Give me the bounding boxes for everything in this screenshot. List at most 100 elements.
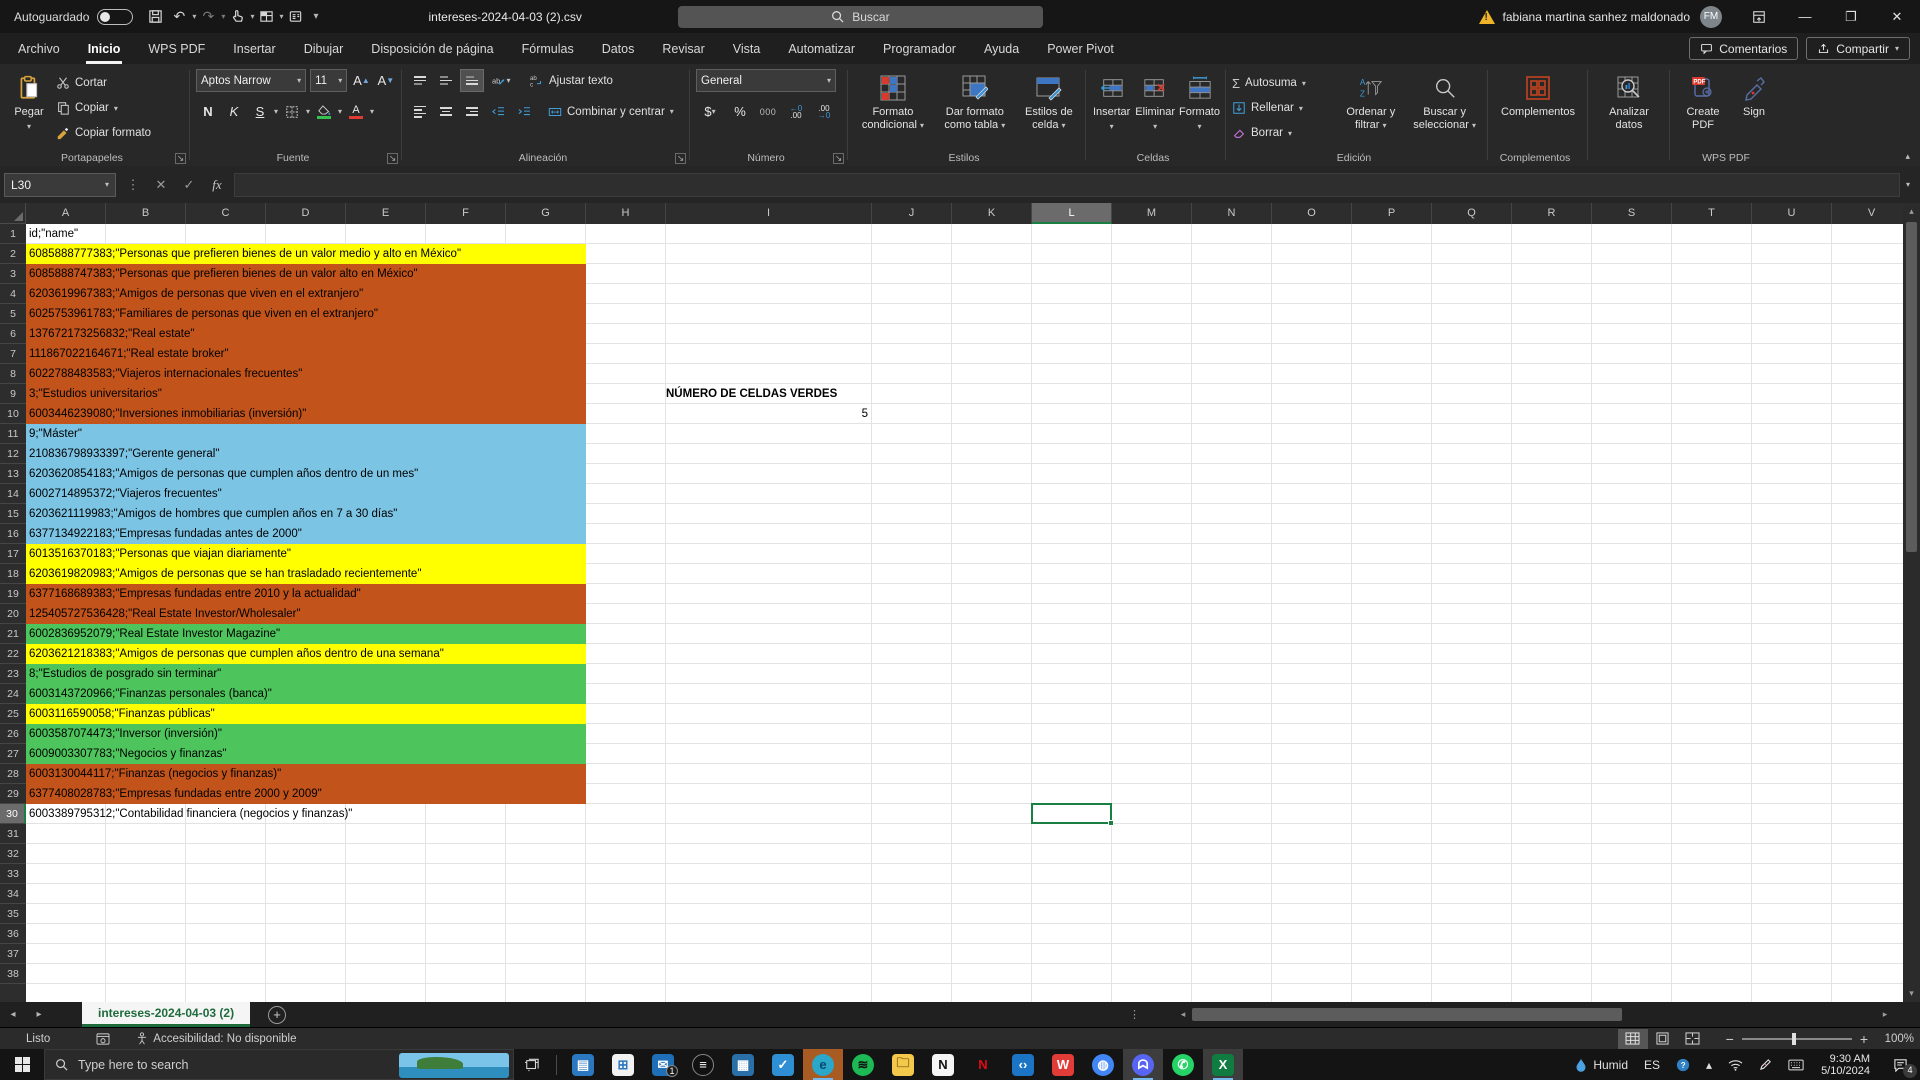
fill-color-button[interactable] xyxy=(312,100,336,123)
row-header-10[interactable]: 10 xyxy=(0,404,26,424)
conditional-formatting-button[interactable]: Formato condicional ▾ xyxy=(854,69,932,148)
cell-A15[interactable]: 6203621119983;"Amigos de hombres que cum… xyxy=(26,504,397,524)
taskbar-app-wps-office[interactable]: W xyxy=(1043,1049,1083,1080)
taskbar-app-media-app[interactable]: ≡ xyxy=(683,1049,723,1080)
horizontal-scroll-thumb[interactable] xyxy=(1192,1008,1622,1021)
accessibility-status[interactable]: Accesibilidad: No disponible xyxy=(136,1032,297,1045)
row-header-6[interactable]: 6 xyxy=(0,324,26,344)
weather-widget[interactable]: Humid xyxy=(1568,1049,1635,1080)
row-header-1[interactable]: 1 xyxy=(0,224,26,244)
row-header-17[interactable]: 17 xyxy=(0,544,26,564)
row-header-38[interactable]: 38 xyxy=(0,964,26,984)
align-right-icon[interactable] xyxy=(460,100,484,123)
taskbar-app-file-explorer[interactable]: 🗀 xyxy=(883,1049,923,1080)
share-button[interactable]: Compartir ▾ xyxy=(1806,37,1910,60)
taskbar-app-netflix[interactable]: N xyxy=(963,1049,1003,1080)
cell-A25[interactable]: 6003116590058;"Finanzas públicas" xyxy=(26,704,215,724)
format-cells-button[interactable]: Formato ▾ xyxy=(1179,69,1220,148)
page-break-view-icon[interactable] xyxy=(1678,1029,1708,1049)
font-launcher-icon[interactable]: ↘ xyxy=(387,153,398,164)
wrap-text-button[interactable]: ab c Ajustar texto xyxy=(530,70,613,92)
italic-button[interactable]: K xyxy=(222,100,246,123)
column-header-K[interactable]: K xyxy=(952,203,1032,224)
user-name[interactable]: fabiana martina sanhez maldonado xyxy=(1503,10,1690,24)
row-header-8[interactable]: 8 xyxy=(0,364,26,384)
autosave-switch[interactable] xyxy=(97,8,134,25)
cell-A21[interactable]: 6002836952079;"Real Estate Investor Maga… xyxy=(26,624,280,644)
restore-button[interactable]: ❐ xyxy=(1828,0,1874,33)
cell-A2[interactable]: 6085888777383;"Personas que prefieren bi… xyxy=(26,244,461,264)
wifi-icon[interactable] xyxy=(1721,1049,1750,1080)
cell-A12[interactable]: 210836798933397;"Gerente general" xyxy=(26,444,219,464)
ribbon-display-options-icon[interactable] xyxy=(1736,0,1782,33)
row-header-16[interactable]: 16 xyxy=(0,524,26,544)
autosave-toggle[interactable]: Autoguardado xyxy=(14,8,134,25)
cell-A20[interactable]: 125405727536428;"Real Estate Investor/Wh… xyxy=(26,604,301,624)
zoom-out-icon[interactable]: − xyxy=(1726,1031,1734,1047)
fill-button[interactable]: Rellenar ▾ xyxy=(1232,97,1334,119)
taskbar-app-microsoft-store[interactable]: ⊞ xyxy=(603,1049,643,1080)
comments-button[interactable]: Comentarios xyxy=(1689,37,1799,60)
tab-power-pivot[interactable]: Power Pivot xyxy=(1033,33,1128,64)
column-header-P[interactable]: P xyxy=(1352,203,1432,224)
column-header-B[interactable]: B xyxy=(106,203,186,224)
row-header-7[interactable]: 7 xyxy=(0,344,26,364)
zoom-slider-thumb[interactable] xyxy=(1791,1032,1796,1045)
grid-cells[interactable]: id;"name" 6085888777383;"Personas que pre… xyxy=(26,224,1903,1002)
minimize-button[interactable]: — xyxy=(1782,0,1828,33)
row-header-34[interactable]: 34 xyxy=(0,884,26,904)
bold-button[interactable]: N xyxy=(196,100,220,123)
tab-inicio[interactable]: Inicio xyxy=(74,33,135,64)
cell-styles-button[interactable]: Estilos de celda ▾ xyxy=(1018,69,1080,148)
column-header-M[interactable]: M xyxy=(1112,203,1192,224)
analyze-data-button[interactable]: Analizar datos xyxy=(1594,69,1664,148)
cell-A11[interactable]: 9;"Máster" xyxy=(26,424,82,444)
zoom-in-icon[interactable]: + xyxy=(1860,1031,1868,1047)
cell-A6[interactable]: 137672173256832;"Real estate" xyxy=(26,324,194,344)
cell-A24[interactable]: 6003143720966;"Finanzas personales (banc… xyxy=(26,684,272,704)
column-header-S[interactable]: S xyxy=(1592,203,1672,224)
vertical-scrollbar[interactable]: ▴ ▾ xyxy=(1903,203,1920,1002)
percent-format-icon[interactable]: % xyxy=(728,100,752,123)
borders-icon[interactable] xyxy=(280,100,304,123)
find-select-button[interactable]: Buscar y seleccionar ▾ xyxy=(1407,69,1482,148)
tab-vista[interactable]: Vista xyxy=(719,33,775,64)
selected-cell-L30[interactable] xyxy=(1031,803,1114,826)
pen-icon[interactable] xyxy=(1752,1049,1779,1080)
row-header-27[interactable]: 27 xyxy=(0,744,26,764)
zoom-slider[interactable] xyxy=(1741,1032,1852,1045)
taskbar-app-app-window[interactable]: ▦ xyxy=(723,1049,763,1080)
row-header-24[interactable]: 24 xyxy=(0,684,26,704)
delete-cells-button[interactable]: Eliminar ▾ xyxy=(1135,69,1175,148)
currency-format-icon[interactable]: $ ▾ xyxy=(696,100,724,123)
clipboard-launcher-icon[interactable]: ↘ xyxy=(175,153,186,164)
underline-button[interactable]: S xyxy=(248,100,272,123)
name-box[interactable]: L30 ▾ xyxy=(4,172,116,197)
underline-menu-icon[interactable]: ▾ xyxy=(274,107,278,116)
row-header-21[interactable]: 21 xyxy=(0,624,26,644)
align-top-icon[interactable] xyxy=(408,69,432,92)
scroll-up-icon[interactable]: ▴ xyxy=(1903,203,1920,220)
tab-automatizar[interactable]: Automatizar xyxy=(774,33,869,64)
cell-A30[interactable]: 6003389795312;"Contabilidad financiera (… xyxy=(26,804,352,824)
paste-button[interactable]: Pegar ▾ xyxy=(6,69,52,148)
decrease-font-icon[interactable]: A ▼ xyxy=(376,69,396,92)
column-header-O[interactable]: O xyxy=(1272,203,1352,224)
row-header-25[interactable]: 25 xyxy=(0,704,26,724)
page-layout-view-icon[interactable] xyxy=(1648,1029,1678,1049)
font-size-select[interactable]: 11 ▾ xyxy=(310,69,348,92)
increase-decimal-icon[interactable]: ←0.00 xyxy=(784,100,808,123)
sheet-tab-active[interactable]: intereses-2024-04-03 (2) xyxy=(82,1002,251,1027)
autosum-button[interactable]: Σ Autosuma ▾ xyxy=(1232,72,1334,94)
row-header-9[interactable]: 9 xyxy=(0,384,26,404)
row-header-14[interactable]: 14 xyxy=(0,484,26,504)
search-highlight-image[interactable] xyxy=(399,1053,509,1078)
close-button[interactable]: ✕ xyxy=(1874,0,1920,33)
column-header-D[interactable]: D xyxy=(266,203,346,224)
taskbar-app-excel[interactable]: X xyxy=(1203,1049,1243,1080)
cell-A1[interactable]: id;"name" xyxy=(26,224,78,244)
insert-function-icon[interactable]: fx xyxy=(206,177,228,193)
cell-I9-note[interactable]: NÚMERO DE CELDAS VERDES xyxy=(666,384,872,404)
prev-sheet-icon[interactable]: ◂ xyxy=(0,1009,26,1020)
row-header-4[interactable]: 4 xyxy=(0,284,26,304)
